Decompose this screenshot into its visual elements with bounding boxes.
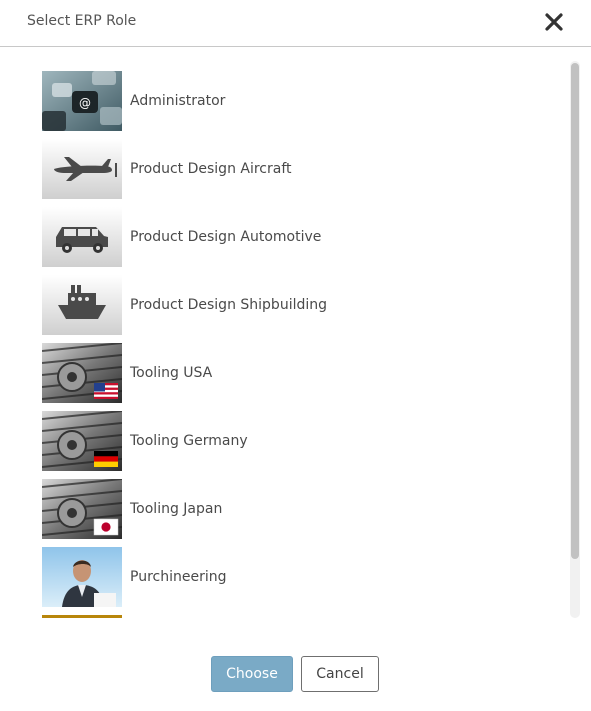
- role-item-tooling-usa[interactable]: Tooling USA: [42, 343, 542, 403]
- businessman-photo: [42, 547, 122, 607]
- role-item-tooling-germany[interactable]: Tooling Germany: [42, 411, 542, 471]
- close-icon[interactable]: [543, 11, 565, 33]
- role-label: Tooling USA: [130, 365, 213, 381]
- keyboard-at-key-image: @: [42, 71, 122, 131]
- role-thumbnail-partial: [42, 615, 122, 618]
- choose-button[interactable]: Choose: [211, 656, 293, 692]
- role-item-purchineering[interactable]: Purchineering: [42, 547, 542, 607]
- dialog-header: Select ERP Role: [0, 0, 591, 47]
- role-item-administrator[interactable]: @ Administrator: [42, 71, 542, 131]
- vertical-scrollbar[interactable]: [570, 61, 580, 618]
- dialog-title: Select ERP Role: [27, 13, 137, 29]
- role-list[interactable]: @ Administrator Product Design Aircraft …: [0, 48, 591, 618]
- role-item-partial[interactable]: [42, 615, 542, 618]
- role-label: Tooling Germany: [130, 433, 248, 449]
- gears-japan-flag-image: [42, 479, 122, 539]
- role-label: Tooling Japan: [130, 501, 223, 517]
- ship-icon: [42, 275, 122, 335]
- gears-usa-flag-image: [42, 343, 122, 403]
- role-item-shipbuilding[interactable]: Product Design Shipbuilding: [42, 275, 542, 335]
- role-label: Product Design Automotive: [130, 229, 322, 245]
- car-icon: [42, 207, 122, 267]
- gears-germany-flag-image: [42, 411, 122, 471]
- svg-text:@: @: [79, 96, 91, 110]
- airplane-icon: [42, 139, 122, 199]
- role-item-tooling-japan[interactable]: Tooling Japan: [42, 479, 542, 539]
- role-label: Product Design Aircraft: [130, 161, 292, 177]
- role-label: Purchineering: [130, 569, 227, 585]
- role-item-automotive[interactable]: Product Design Automotive: [42, 207, 542, 267]
- scrollbar-thumb[interactable]: [571, 63, 579, 559]
- select-erp-role-dialog: Select ERP Role @ Administrator Product …: [0, 0, 591, 711]
- role-label: Product Design Shipbuilding: [130, 297, 328, 313]
- role-label: Administrator: [130, 93, 226, 109]
- role-item-aircraft[interactable]: Product Design Aircraft: [42, 139, 542, 199]
- cancel-button[interactable]: Cancel: [301, 656, 379, 692]
